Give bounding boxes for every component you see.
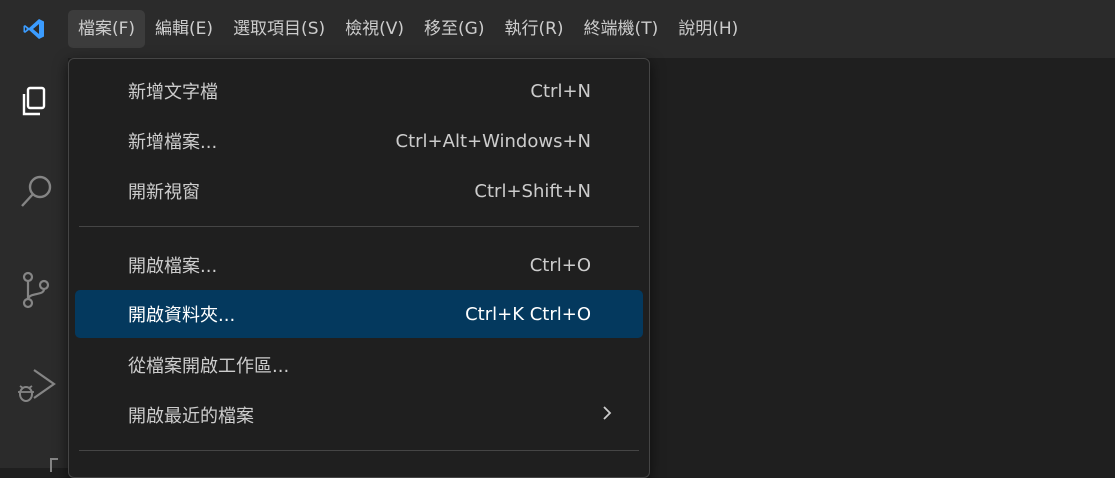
- menu-terminal[interactable]: 終端機(T): [574, 10, 669, 48]
- menu-item-label: 開啟資料夾...: [128, 305, 236, 326]
- menu-open-workspace-from-file[interactable]: 從檔案開啟工作區...: [75, 341, 643, 389]
- title-menubar: 檔案(F) 編輯(E) 選取項目(S) 檢視(V) 移至(G) 執行(R) 終端…: [0, 0, 1115, 58]
- search-icon[interactable]: [14, 170, 58, 214]
- source-control-icon[interactable]: [14, 268, 58, 312]
- chevron-right-icon: [601, 403, 613, 427]
- menu-item-shortcut: Ctrl+Shift+N: [474, 180, 591, 202]
- menu-item-label: 新增檔案...: [128, 132, 218, 153]
- menu-item-label: 開新視窗: [128, 182, 200, 203]
- menu-item-label: 開啟檔案...: [128, 256, 218, 277]
- menu-item-shortcut: Ctrl+K Ctrl+O: [465, 303, 591, 325]
- menu-file[interactable]: 檔案(F): [68, 10, 146, 48]
- menu-separator: [79, 226, 639, 227]
- menu-selection[interactable]: 選取項目(S): [223, 10, 335, 48]
- menu-item-label: 開啟最近的檔案: [128, 406, 254, 427]
- menu-run[interactable]: 執行(R): [494, 10, 573, 48]
- menu-item-label: 新增文字檔: [128, 82, 218, 103]
- file-menu-dropdown: 新增文字檔 Ctrl+N 新增檔案... Ctrl+Alt+Windows+N …: [68, 58, 650, 478]
- menu-item-shortcut: Ctrl+O: [529, 254, 591, 276]
- menu-item-shortcut: Ctrl+Alt+Windows+N: [395, 130, 591, 152]
- activity-bar: [0, 58, 68, 472]
- menu-help[interactable]: 說明(H): [668, 10, 748, 48]
- menu-view[interactable]: 檢視(V): [335, 10, 414, 48]
- menu-open-folder[interactable]: 開啟資料夾... Ctrl+K Ctrl+O: [75, 290, 643, 338]
- run-debug-icon[interactable]: [14, 364, 58, 408]
- explorer-icon[interactable]: [14, 80, 58, 124]
- menu-items: 檔案(F) 編輯(E) 選取項目(S) 檢視(V) 移至(G) 執行(R) 終端…: [68, 0, 748, 58]
- extensions-icon-partial[interactable]: [50, 458, 58, 472]
- menu-new-text-file[interactable]: 新增文字檔 Ctrl+N: [75, 67, 643, 115]
- vscode-logo-icon[interactable]: [0, 0, 68, 58]
- menu-item-shortcut: Ctrl+N: [530, 80, 591, 102]
- menu-new-file[interactable]: 新增檔案... Ctrl+Alt+Windows+N: [75, 117, 643, 165]
- menu-go[interactable]: 移至(G): [414, 10, 494, 48]
- menu-open-file[interactable]: 開啟檔案... Ctrl+O: [75, 241, 643, 289]
- menu-separator: [79, 450, 639, 451]
- menu-item-label: 從檔案開啟工作區...: [128, 356, 290, 377]
- menu-edit[interactable]: 編輯(E): [145, 10, 223, 48]
- menu-open-recent[interactable]: 開啟最近的檔案: [75, 391, 643, 439]
- menu-new-window[interactable]: 開新視窗 Ctrl+Shift+N: [75, 167, 643, 215]
